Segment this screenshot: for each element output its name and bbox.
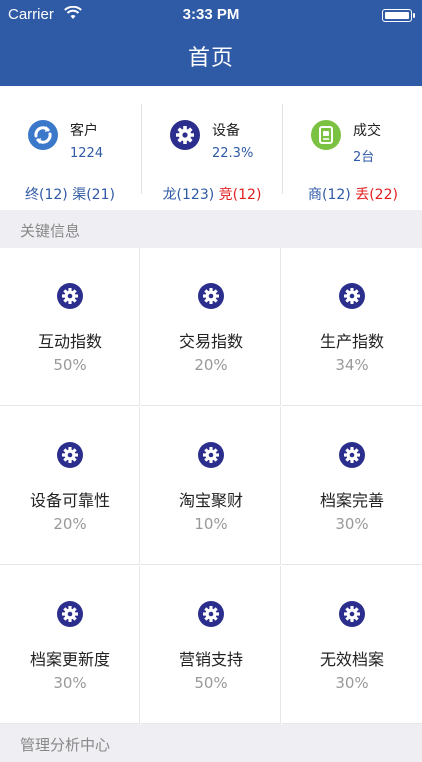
metric-label: 无效档案 bbox=[319, 650, 384, 669]
summary-foot: 龙(123) 竞(12) bbox=[142, 184, 282, 204]
metric-cell[interactable]: 互动指数 50% bbox=[0, 248, 140, 406]
gear-icon bbox=[57, 442, 83, 468]
status-time: 3:33 PM bbox=[182, 6, 240, 23]
gear-icon bbox=[198, 601, 224, 627]
metric-cell[interactable]: 交易指数 20% bbox=[141, 248, 281, 406]
metric-cell[interactable]: 营销支持 50% bbox=[141, 566, 281, 724]
section-header-key-info: 关键信息 bbox=[0, 210, 422, 248]
document-icon bbox=[311, 120, 341, 150]
metric-label: 档案完善 bbox=[319, 491, 384, 510]
summary-foot: 商(12) 丢(22) bbox=[283, 184, 422, 204]
gear-icon bbox=[198, 283, 224, 309]
metric-value: 34% bbox=[335, 356, 369, 374]
summary-foot-item[interactable]: 竞(12) bbox=[219, 187, 262, 203]
metric-value: 20% bbox=[53, 515, 87, 533]
gear-icon bbox=[57, 601, 83, 627]
metric-label: 淘宝聚财 bbox=[178, 491, 243, 510]
summary-panel: 客户 1224 终(12) 渠(21) 设备 22.3% 龙(123) 竞(12… bbox=[0, 86, 422, 210]
metric-cell[interactable]: 设备可靠性 20% bbox=[0, 407, 140, 565]
gear-icon bbox=[170, 120, 200, 150]
summary-foot-item[interactable]: 龙(123) bbox=[163, 187, 215, 203]
battery-icon bbox=[382, 9, 415, 22]
page-title: 首页 bbox=[187, 46, 234, 71]
metric-cell[interactable]: 无效档案 30% bbox=[282, 566, 422, 724]
summary-card-devices[interactable]: 设备 22.3% 龙(123) 竞(12) bbox=[141, 104, 282, 203]
gear-icon bbox=[339, 601, 365, 627]
metric-value: 10% bbox=[194, 515, 228, 533]
metric-value: 50% bbox=[53, 356, 87, 374]
metric-cell[interactable]: 淘宝聚财 10% bbox=[141, 407, 281, 565]
metric-cell[interactable]: 生产指数 34% bbox=[282, 248, 422, 406]
gear-icon bbox=[198, 442, 224, 468]
app-header: Carrier 3:33 PM 首页 bbox=[0, 0, 422, 86]
metric-label: 营销支持 bbox=[178, 650, 243, 669]
metric-cell[interactable]: 档案完善 30% bbox=[282, 407, 422, 565]
metric-value: 30% bbox=[53, 674, 87, 692]
summary-foot: 终(12) 渠(21) bbox=[0, 184, 140, 204]
metric-value: 30% bbox=[335, 515, 369, 533]
summary-label: 设备 bbox=[212, 123, 240, 139]
refresh-icon bbox=[28, 120, 58, 150]
metric-value: 50% bbox=[194, 674, 228, 692]
gear-icon bbox=[57, 283, 83, 309]
summary-foot-item[interactable]: 丢(22) bbox=[355, 187, 398, 203]
metric-label: 互动指数 bbox=[37, 332, 102, 351]
summary-foot-item[interactable]: 渠(21) bbox=[72, 187, 115, 203]
summary-foot-item[interactable]: 商(12) bbox=[308, 187, 351, 203]
section-header-management: 管理分析中心 bbox=[0, 724, 422, 762]
metric-value: 30% bbox=[335, 674, 369, 692]
metric-cell[interactable]: 档案更新度 30% bbox=[0, 566, 140, 724]
metric-label: 交易指数 bbox=[178, 332, 243, 351]
metrics-grid: 互动指数 50% 交易指数 20% 生产指数 34% 设备可靠性 20% 淘宝聚财 10% 档案完善… bbox=[0, 248, 422, 724]
metric-value: 20% bbox=[194, 356, 228, 374]
summary-value: 2台 bbox=[353, 150, 375, 165]
summary-card-deals[interactable]: 成交 2台 商(12) 丢(22) bbox=[282, 104, 422, 203]
metric-label: 设备可靠性 bbox=[29, 491, 110, 510]
metric-label: 生产指数 bbox=[319, 332, 384, 351]
summary-label: 成交 bbox=[353, 123, 381, 139]
summary-value: 1224 bbox=[70, 146, 104, 161]
metric-label: 档案更新度 bbox=[29, 650, 110, 669]
section-title: 关键信息 bbox=[20, 222, 81, 240]
gear-icon bbox=[339, 442, 365, 468]
summary-foot-item[interactable]: 终(12) bbox=[25, 187, 68, 203]
status-bar: Carrier 3:33 PM bbox=[0, 0, 422, 30]
summary-value: 22.3% bbox=[212, 146, 254, 161]
summary-label: 客户 bbox=[70, 123, 98, 139]
gear-icon bbox=[339, 283, 365, 309]
section-title: 管理分析中心 bbox=[20, 736, 111, 754]
summary-card-customers[interactable]: 客户 1224 终(12) 渠(21) bbox=[0, 104, 140, 203]
